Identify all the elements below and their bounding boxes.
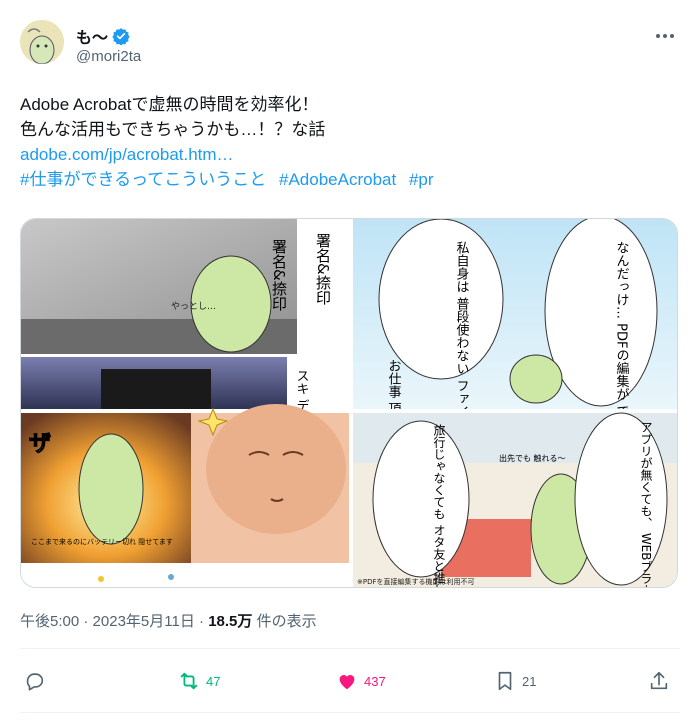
- author-handle[interactable]: @mori2ta: [76, 48, 141, 65]
- divider-bottom: [20, 712, 680, 713]
- panel-sign-stamp: 署名&捺印: [270, 239, 288, 311]
- retweet-button[interactable]: 47: [178, 670, 220, 692]
- author-display-name[interactable]: も〜: [76, 24, 108, 48]
- bookmark-count: 21: [522, 673, 537, 689]
- share-icon: [650, 671, 668, 690]
- panel-text-sign: 署名&捺印: [314, 233, 332, 305]
- heart-icon: [339, 675, 355, 690]
- retweet-count: 47: [206, 673, 221, 689]
- hashtag-row: #仕事ができるってこういうこと #AdobeAcrobat #pr: [20, 167, 680, 192]
- tweet-line-2: 色んな活用もできちゃうかも…！？な話: [20, 120, 326, 139]
- like-count: 437: [364, 673, 386, 689]
- avatar[interactable]: [20, 20, 64, 64]
- verified-badge-icon: [112, 28, 130, 45]
- tweet-link[interactable]: adobe.com/jp/acrobat.htm…: [20, 145, 234, 164]
- view-count: 18.5万: [208, 613, 253, 630]
- tweet-meta: 午後5:00 · 2023年5月11日 · 18.5万 件の表示: [20, 613, 317, 630]
- panel-text-out: 出先でも 触れる〜: [499, 453, 566, 463]
- panel-text-za: ザ: [29, 432, 51, 457]
- tweet-text: Adobe Acrobatで虚無の時間を効率化！ 色んな活用もできちゃうかも…！…: [20, 92, 680, 192]
- panel-caption: ※PDFを直接編集する機能は利用不可: [357, 577, 475, 586]
- reply-button[interactable]: [24, 670, 52, 692]
- author-name-row[interactable]: も〜: [76, 24, 130, 48]
- tweet-line-1: Adobe Acrobatで虚無の時間を効率化！: [20, 95, 319, 114]
- hashtag-pr[interactable]: #pr: [409, 170, 434, 189]
- tweet-date[interactable]: 2023年5月11日: [93, 613, 195, 630]
- panel-text-app: アプリが無くても、 WEBブラウザから 作業可能なのもいいね: [639, 421, 653, 588]
- more-options-icon[interactable]: [650, 24, 680, 48]
- view-label: 件の表示: [256, 613, 317, 630]
- tweet-card: も〜 @mori2ta Adobe Acrobatで虚無の時間を効率化！ 色んな…: [0, 0, 700, 721]
- manga-image[interactable]: 署名&捺印 署名&捺印 やっとし… スキ デー 私自身は 普段使わない ファイル…: [20, 218, 678, 588]
- hashtag-shigoto[interactable]: #仕事ができるってこういうこと: [20, 170, 266, 189]
- hashtag-adobeacrobat[interactable]: #AdobeAcrobat: [279, 170, 396, 189]
- tweet-time[interactable]: 午後5:00: [20, 613, 79, 630]
- bookmark-button[interactable]: 21: [494, 670, 536, 692]
- panel-text-travel: 旅行じゃなくても オタ友と推し語り とか…♡: [432, 424, 446, 588]
- action-bar: 47 437 21: [0, 660, 700, 704]
- bookmark-icon: [498, 671, 512, 691]
- reply-icon: [26, 673, 44, 691]
- panel-text-knees: ここまで来るのにバッテリー切れ 隠せてます: [31, 537, 173, 546]
- share-button[interactable]: [648, 670, 670, 692]
- divider: [20, 648, 680, 649]
- retweet-icon: [180, 672, 198, 690]
- like-button[interactable]: 437: [336, 670, 386, 692]
- panel-text-yatto: やっとし…: [171, 301, 216, 312]
